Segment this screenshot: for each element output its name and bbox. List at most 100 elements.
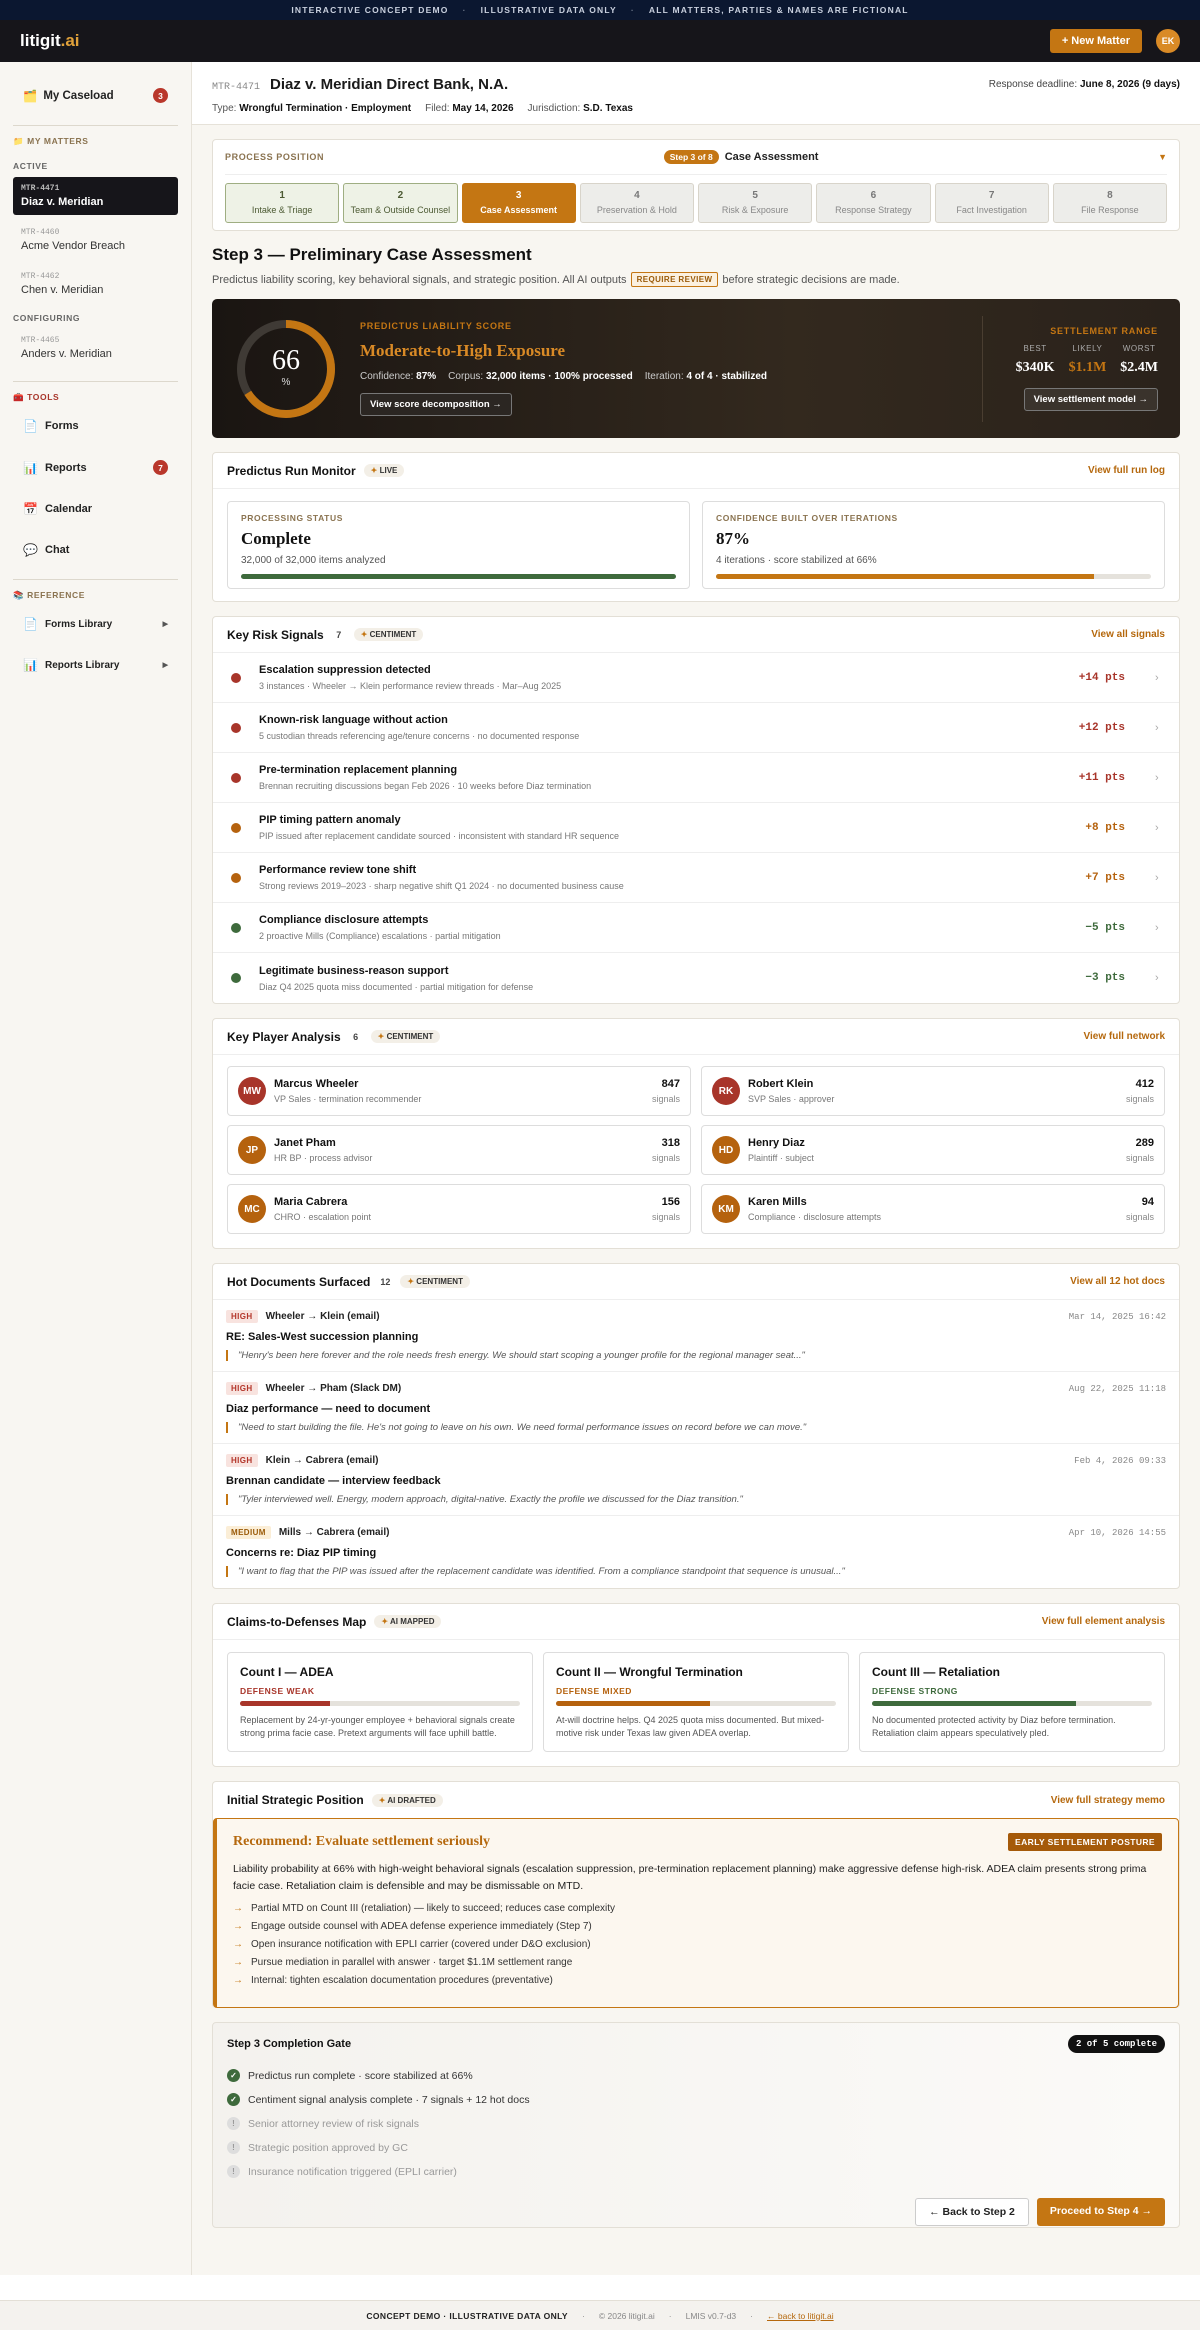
view-score-decomposition-button[interactable]: View score decomposition → xyxy=(360,393,512,416)
step-title: Step 3 — Preliminary Case Assessment xyxy=(212,245,532,264)
step-3[interactable]: 3 Case Assessment xyxy=(461,183,576,223)
matter-item[interactable]: MTR-4465 Anders v. Meridian xyxy=(13,329,178,367)
section-tools: 🧰 TOOLS xyxy=(13,392,60,402)
score-unit: % xyxy=(281,376,291,388)
new-matter-button[interactable]: + New Matter xyxy=(1049,29,1142,53)
risk-signal-row[interactable]: PIP timing pattern anomaly PIP issued aft… xyxy=(213,803,1179,853)
signal-points: +8 pts xyxy=(1085,821,1125,834)
sidebar-item-reports-library[interactable]: 📊 Reports Library ▶ xyxy=(13,650,178,680)
caseload-icon: 🗂️ xyxy=(23,90,38,103)
view-settlement-model-button[interactable]: View settlement model → xyxy=(1023,387,1158,411)
step-1[interactable]: 1 Intake & Triage xyxy=(225,183,340,223)
step-4[interactable]: 4 Preservation & Hold xyxy=(579,183,694,223)
step-2[interactable]: 2 Team & Outside Counsel xyxy=(343,183,458,223)
view-full-network-link[interactable]: View full network xyxy=(1084,1031,1166,1042)
hot-documents-card: Hot Documents Surfaced 12 ✦ CENTIMENT View… xyxy=(212,1263,1180,1589)
severity-badge: HIGH xyxy=(226,1454,258,1467)
claim-card[interactable]: Count I — ADEA DEFENSE WEAK Replacement by… xyxy=(227,1652,533,1752)
gate-item[interactable]: ! Strategic position approved by GC xyxy=(227,2141,1165,2154)
sidebar-item-forms-library[interactable]: 📄 Forms Library ▶ xyxy=(13,609,178,639)
main-content: MTR-4471 Diaz v. Meridian Direct Bank, N… xyxy=(192,62,1200,2275)
player-card[interactable]: HD Henry Diaz Plaintiff · subject 289 signal… xyxy=(701,1125,1165,1175)
strategy-card: Initial Strategic Position ✦ AI DRAFTED V… xyxy=(212,1781,1180,2008)
subsection-active: ACTIVE xyxy=(13,161,48,171)
player-card[interactable]: MC Maria Cabrera CHRO · escalation point 15… xyxy=(227,1184,691,1234)
signals-label: signals xyxy=(651,1094,680,1104)
signal-count: 156 xyxy=(661,1196,680,1208)
matter-item-active[interactable]: MTR-4471 Diaz v. Meridian xyxy=(13,177,178,215)
signal-count: 318 xyxy=(661,1137,680,1149)
step-8[interactable]: 8 File Response xyxy=(1052,183,1167,223)
back-to-step-2-button[interactable]: ← Back to Step 2 xyxy=(915,2198,1029,2226)
signal-detail: Strong reviews 2019–2023 · sharp negativ… xyxy=(259,881,624,891)
matter-item[interactable]: MTR-4460 Acme Vendor Breach xyxy=(13,221,178,259)
player-card[interactable]: KM Karen Mills Compliance · disclosure att… xyxy=(701,1184,1165,1234)
sidebar-item-chat[interactable]: 💬 Chat xyxy=(13,535,178,565)
claim-card[interactable]: Count III — Retaliation DEFENSE STRONG No … xyxy=(859,1652,1165,1752)
sidebar-item-reports[interactable]: 📊 Reports 7 xyxy=(13,452,178,483)
tool-label: Chat xyxy=(45,544,70,556)
user-avatar[interactable]: EK xyxy=(1156,29,1180,53)
hot-document[interactable]: HIGH Wheeler → Klein (email) Mar 14, 2025 … xyxy=(213,1300,1179,1372)
risk-signals-card: Key Risk Signals 7 ✦ CENTIMENT View all si… xyxy=(212,616,1180,1004)
gate-item[interactable]: ✓ Predictus run complete · score stabiliz… xyxy=(227,2069,1165,2082)
demo-banner: INTERACTIVE CONCEPT DEMO · ILLUSTRATIVE DA… xyxy=(0,0,1200,20)
matter-meta: Type: Wrongful Termination · Employment … xyxy=(212,103,1180,114)
doc-count: 12 xyxy=(380,1276,391,1287)
chevron-right-icon: › xyxy=(1155,921,1159,934)
gate-item-label: Centiment signal analysis complete · 7 s… xyxy=(248,2093,530,2106)
step-7[interactable]: 7 Fact Investigation xyxy=(934,183,1049,223)
matter-header: MTR-4471 Diaz v. Meridian Direct Bank, N… xyxy=(192,62,1200,125)
player-card[interactable]: JP Janet Pham HR BP · process advisor 318 si… xyxy=(227,1125,691,1175)
hot-document[interactable]: HIGH Klein → Cabrera (email) Feb 4, 2026 0… xyxy=(213,1444,1179,1516)
gate-item-label: Senior attorney review of risk signals xyxy=(248,2117,419,2130)
recommendation-item: → Engage outside counsel with ADEA defens… xyxy=(233,1921,1162,1932)
sidebar-item-calendar[interactable]: 📅 Calendar xyxy=(13,494,178,524)
player-card[interactable]: RK Robert Klein SVP Sales · approver 412 sig… xyxy=(701,1066,1165,1116)
doc-timestamp: Feb 4, 2026 09:33 xyxy=(1074,1455,1166,1466)
worst-value: $2.4M xyxy=(1120,359,1158,375)
player-card[interactable]: MW Marcus Wheeler VP Sales · termination r… xyxy=(227,1066,691,1116)
doc-quote: "Tyler interviewed well. Energy, modern … xyxy=(226,1494,1166,1505)
tool-label: Reports xyxy=(45,461,87,474)
conf-label: CONFIDENCE BUILT OVER ITERATIONS xyxy=(716,513,898,523)
doc-quote: "Need to start building the file. He's n… xyxy=(226,1422,1166,1433)
proceed-to-step-4-button[interactable]: Proceed to Step 4 → xyxy=(1036,2198,1165,2226)
gate-item[interactable]: ! Senior attorney review of risk signals xyxy=(227,2117,1165,2130)
arrow-right-icon: → xyxy=(233,1903,243,1914)
sidebar-item-caseload[interactable]: 🗂️ My Caseload 3 xyxy=(13,80,178,111)
risk-signal-row[interactable]: Compliance disclosure attempts 2 proactiv… xyxy=(213,903,1179,953)
step-5[interactable]: 5 Risk & Exposure xyxy=(698,183,813,223)
best-label: BEST xyxy=(1023,343,1047,353)
chevron-down-icon[interactable]: ▼ xyxy=(1158,152,1167,162)
gate-item[interactable]: ✓ Centiment signal analysis complete · 7 … xyxy=(227,2093,1165,2106)
signal-detail: Diaz Q4 2025 quota miss documented · par… xyxy=(259,981,534,992)
meta-label: Corpus: xyxy=(448,371,484,382)
view-all-signals-link[interactable]: View all signals xyxy=(1091,629,1165,640)
view-strategy-memo-link[interactable]: View full strategy memo xyxy=(1051,1795,1165,1806)
risk-signal-row[interactable]: Legitimate business-reason support Diaz Q… xyxy=(213,953,1179,1003)
progress-bar xyxy=(716,574,1151,579)
risk-signal-row[interactable]: Performance review tone shift Strong revi… xyxy=(213,853,1179,903)
risk-signal-row[interactable]: Known-risk language without action 5 cust… xyxy=(213,703,1179,753)
completion-gate: Step 3 Completion Gate 2 of 5 complete ✓… xyxy=(212,2022,1180,2228)
step-6[interactable]: 6 Response Strategy xyxy=(816,183,931,223)
view-run-log-link[interactable]: View full run log xyxy=(1088,465,1165,476)
step-tracker: 1 Intake & Triage 2 Team & Outside Counsel 3… xyxy=(225,183,1167,223)
progress-fill xyxy=(716,574,1095,579)
gate-item[interactable]: ! Insurance notification triggered (EPLI … xyxy=(227,2165,1165,2178)
risk-signal-row[interactable]: Pre-termination replacement planning Bren… xyxy=(213,753,1179,803)
view-all-hot-docs-link[interactable]: View all 12 hot docs xyxy=(1070,1276,1165,1287)
section-reference: 📚 REFERENCE xyxy=(13,590,85,600)
progress-bar xyxy=(241,574,676,579)
pending-icon: ! xyxy=(227,2141,240,2154)
hot-document[interactable]: HIGH Wheeler → Pham (Slack DM) Aug 22, 202… xyxy=(213,1372,1179,1444)
view-element-analysis-link[interactable]: View full element analysis xyxy=(1042,1616,1165,1627)
hot-document[interactable]: MEDIUM Mills → Cabrera (email) Apr 10, 202… xyxy=(213,1516,1179,1588)
sidebar-item-forms[interactable]: 📄 Forms xyxy=(13,411,178,441)
matter-item[interactable]: MTR-4462 Chen v. Meridian xyxy=(13,265,178,303)
risk-signal-row[interactable]: Escalation suppression detected 3 instanc… xyxy=(213,653,1179,703)
back-to-site-link[interactable]: ← back to litigit.ai xyxy=(767,2311,834,2321)
app-logo[interactable]: litigit.ai xyxy=(20,31,80,51)
claim-card[interactable]: Count II — Wrongful Termination DEFENSE M… xyxy=(543,1652,849,1752)
